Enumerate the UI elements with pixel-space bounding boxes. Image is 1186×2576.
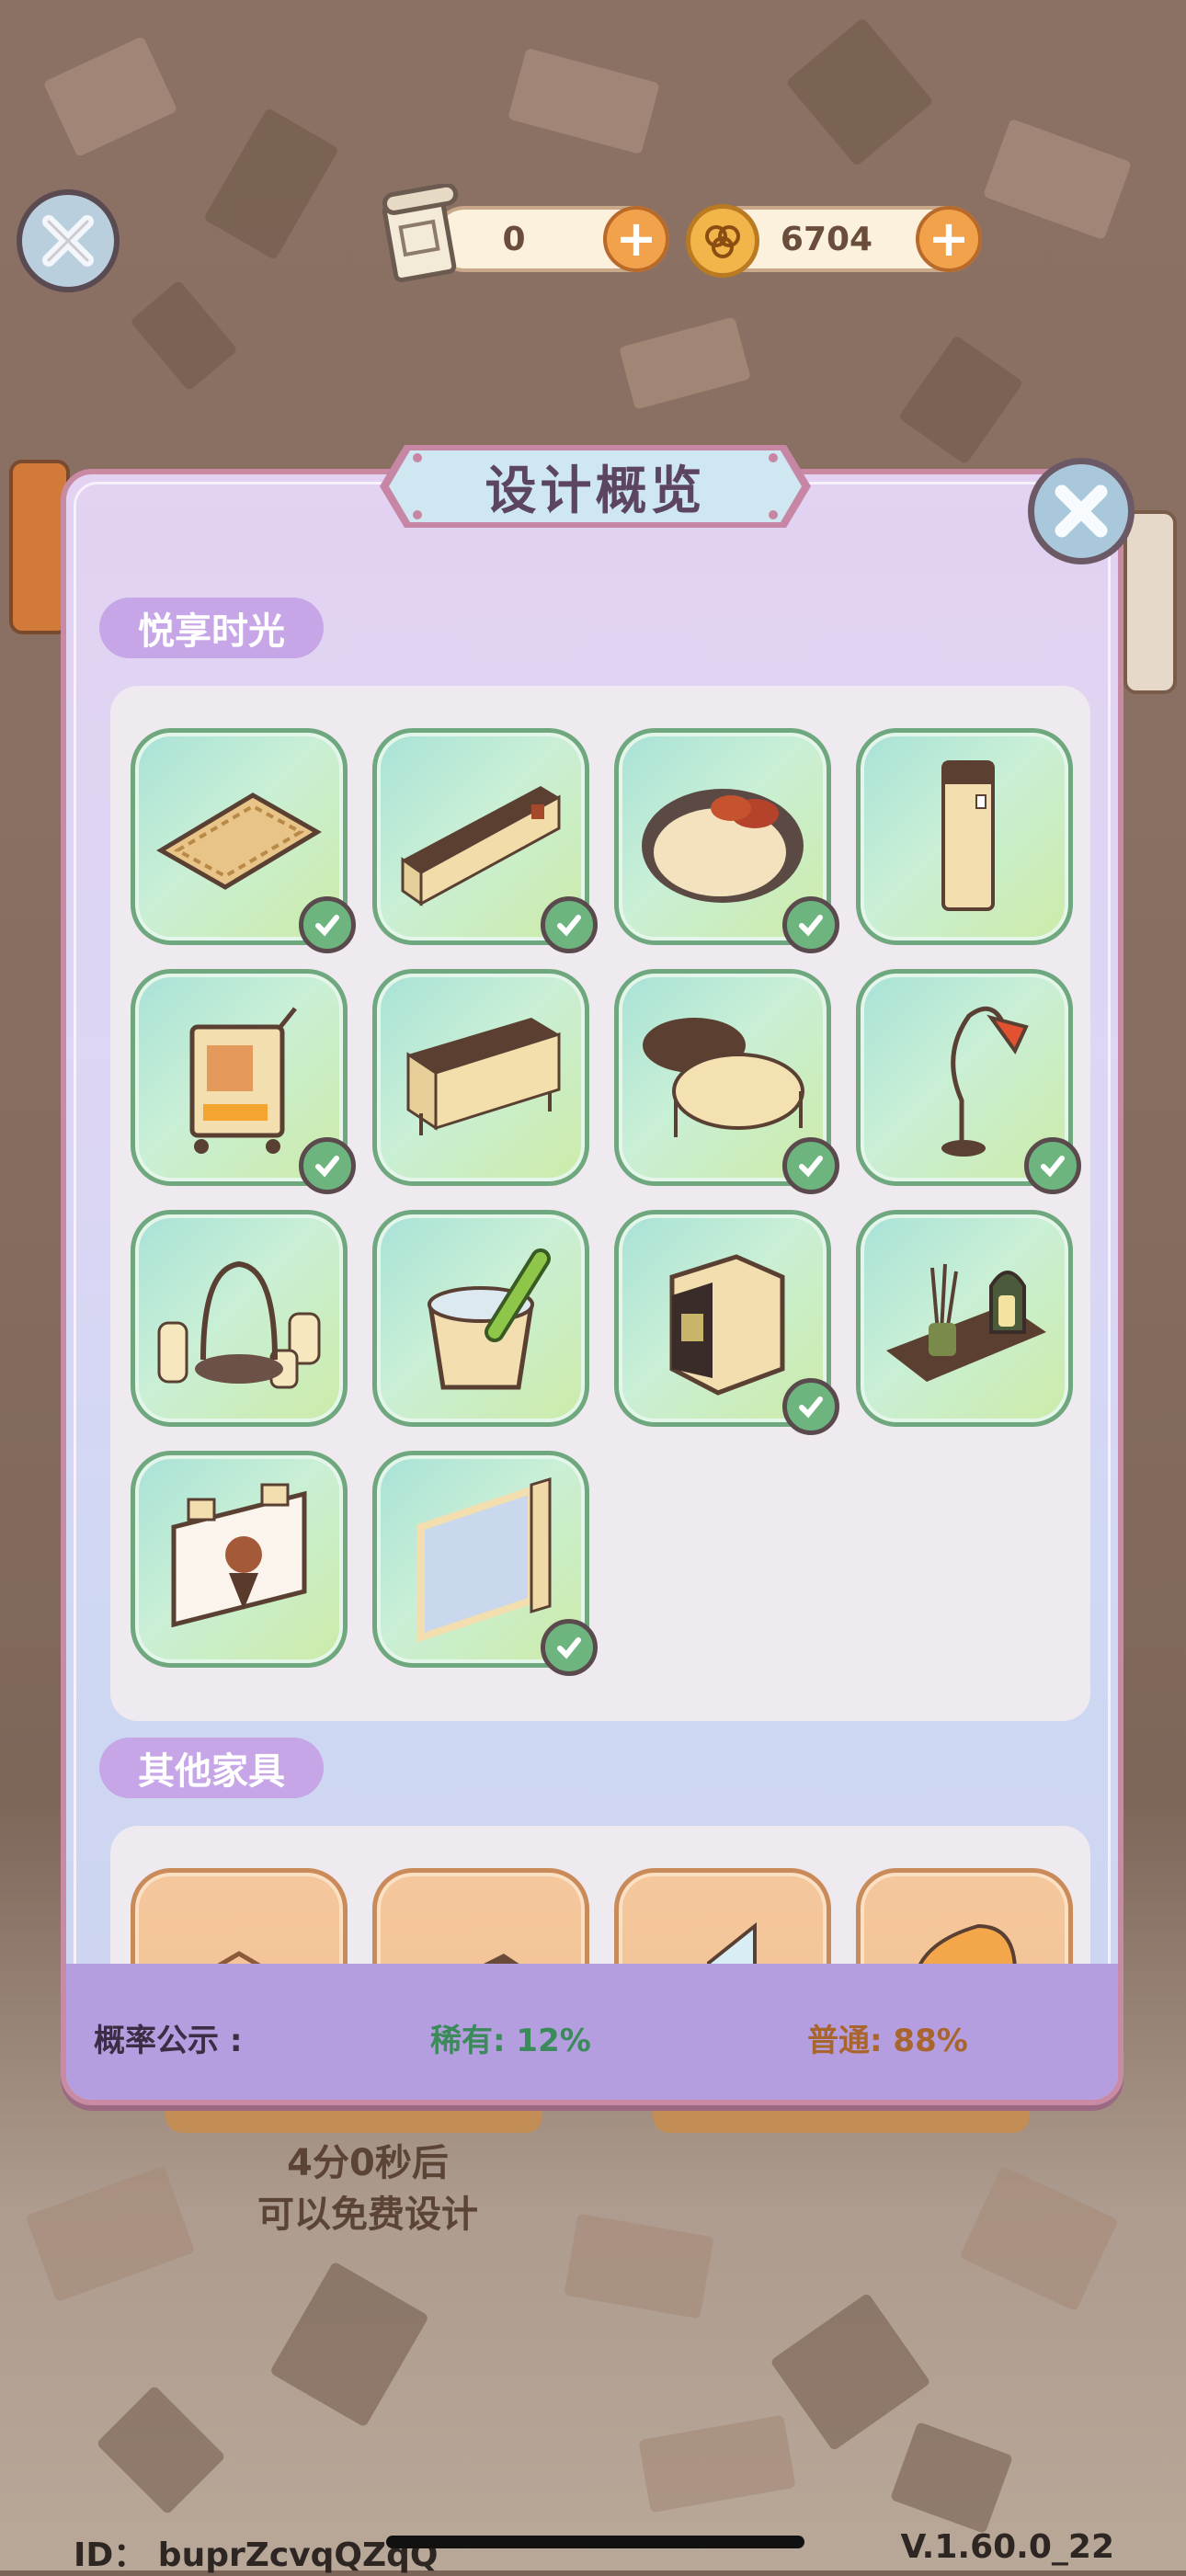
side-preview-card xyxy=(1123,510,1177,694)
window-curtain-icon xyxy=(417,1476,552,1643)
arc-floor-lamp-icon xyxy=(941,1006,1029,1157)
add-coin-button[interactable]: + xyxy=(916,206,982,272)
candle-lantern-icon xyxy=(157,1260,321,1389)
owned-check-icon xyxy=(299,1137,356,1194)
furniture-tile[interactable] xyxy=(372,1451,598,1676)
owned-check-icon xyxy=(541,896,598,953)
free-design-timer: 4分0秒后 可以免费设计 xyxy=(257,2142,478,2236)
version-label: V.1.60.0_22 xyxy=(900,2528,1114,2566)
add-scroll-button[interactable]: + xyxy=(603,206,669,272)
rare-probability: 稀有: 12% xyxy=(430,2023,591,2059)
owned-check-icon xyxy=(1024,1137,1081,1194)
probability-bar: 概率公示 : 稀有: 12% 普通: 88% xyxy=(66,1964,1118,2100)
furniture-tile[interactable] xyxy=(131,969,356,1194)
plus-icon: + xyxy=(615,210,657,268)
home-indicator[interactable] xyxy=(386,2536,804,2548)
panel-close-button[interactable] xyxy=(1028,458,1135,564)
close-icon xyxy=(42,215,94,267)
common-probability: 普通: 88% xyxy=(807,2023,968,2059)
player-id: ID： buprZcvqQZqQ xyxy=(74,2536,439,2574)
furniture-tile[interactable] xyxy=(372,728,598,953)
poster-board-icon xyxy=(171,1483,307,1628)
furniture-tile[interactable] xyxy=(856,728,1073,945)
design-overview-panel: 悦享时光 其他家具 概率公示: 稀有: 12% 普通: 88% xyxy=(61,469,1123,2105)
section-label-other-furniture: 其他家具 xyxy=(99,1738,324,1798)
blueprint-scroll-icon xyxy=(382,184,459,283)
round-tables-icon xyxy=(643,1018,804,1137)
furniture-tile[interactable] xyxy=(131,1210,348,1427)
furniture-tile[interactable] xyxy=(856,1210,1073,1427)
sideboard-icon xyxy=(406,1018,561,1135)
aroma-tray-icon xyxy=(886,1263,1046,1382)
fireplace-cart-icon xyxy=(189,1007,297,1154)
back-close-button[interactable] xyxy=(17,189,120,292)
scroll-currency: 0 + xyxy=(432,206,669,272)
round-bed-icon xyxy=(642,789,804,903)
owned-check-icon xyxy=(782,1378,839,1435)
rug-icon xyxy=(156,792,322,890)
furniture-tile[interactable] xyxy=(614,969,839,1194)
coin-count: 6704 xyxy=(780,220,873,258)
plus-icon: + xyxy=(928,210,970,268)
owned-check-icon xyxy=(782,896,839,953)
probability-label: 概率公示 : xyxy=(94,2023,243,2059)
furniture-tile[interactable] xyxy=(372,969,589,1186)
wine-bucket-icon xyxy=(428,1248,551,1390)
panel-title: 设计概览 xyxy=(485,461,706,521)
furniture-tile[interactable] xyxy=(614,728,839,953)
close-icon xyxy=(1055,484,1108,538)
enjoy-time-grid xyxy=(110,686,1090,1721)
mini-fridge-icon xyxy=(669,1254,785,1396)
owned-check-icon xyxy=(782,1137,839,1194)
tv-cabinet-icon xyxy=(401,786,561,906)
coin-icon xyxy=(686,204,759,278)
furniture-tile[interactable] xyxy=(372,1210,589,1427)
owned-check-icon xyxy=(299,896,356,953)
section-label-enjoy-time: 悦享时光 xyxy=(99,598,324,658)
furniture-tile[interactable] xyxy=(131,728,356,953)
furniture-tile[interactable] xyxy=(131,1451,348,1668)
tower-speaker-icon xyxy=(941,760,995,911)
furniture-tile[interactable] xyxy=(856,969,1081,1194)
owned-check-icon xyxy=(541,1619,598,1676)
furniture-tile[interactable] xyxy=(614,1210,839,1435)
